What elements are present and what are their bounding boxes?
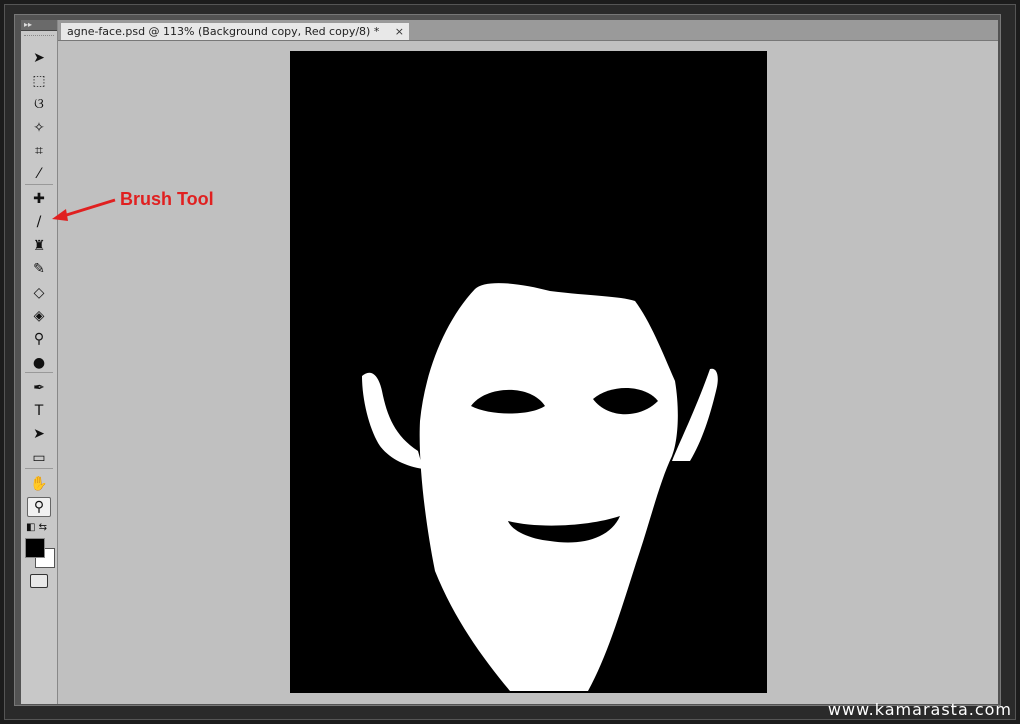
move-tool[interactable]: ➤ bbox=[27, 48, 51, 68]
annotation-arrow bbox=[52, 198, 116, 221]
panel-grip[interactable] bbox=[24, 31, 54, 36]
hand-tool[interactable]: ✋ bbox=[27, 474, 51, 494]
shape-tool[interactable]: ▭ bbox=[27, 448, 51, 468]
brush-tool[interactable]: / bbox=[27, 212, 51, 232]
clone-stamp-tool[interactable]: ♜ bbox=[27, 236, 51, 256]
history-brush-tool[interactable]: ✎ bbox=[27, 259, 51, 279]
image-canvas[interactable] bbox=[290, 51, 767, 693]
type-tool[interactable]: T bbox=[27, 401, 51, 421]
watermark: www.kamarasta.com bbox=[827, 700, 1012, 719]
dodge-tool[interactable]: ⚲ bbox=[27, 329, 51, 349]
panel-collapse-button[interactable]: ▸▸ bbox=[21, 20, 57, 31]
zoom-tool[interactable]: ⚲ bbox=[27, 497, 51, 517]
magic-wand-tool[interactable]: ✧ bbox=[27, 118, 51, 138]
foreground-color-swatch[interactable] bbox=[25, 538, 45, 558]
path-selection-tool[interactable]: ➤ bbox=[27, 424, 51, 444]
document-tab[interactable]: agne-face.psd @ 113% (Background copy, R… bbox=[60, 22, 410, 40]
eraser-tool[interactable]: ◇ bbox=[27, 283, 51, 303]
healing-brush-tool[interactable]: ✚ bbox=[27, 189, 51, 209]
tool-separator bbox=[25, 184, 53, 185]
face-mask-image bbox=[290, 51, 767, 693]
quick-mask-icon[interactable] bbox=[30, 574, 48, 588]
close-icon[interactable]: × bbox=[395, 23, 404, 41]
canvas-area[interactable] bbox=[58, 41, 998, 704]
marquee-tool[interactable]: ⬚ bbox=[27, 71, 51, 91]
tool-separator bbox=[25, 468, 53, 469]
paint-bucket-tool[interactable]: ◈ bbox=[27, 306, 51, 326]
pen-tool[interactable]: ✒ bbox=[27, 378, 51, 398]
lasso-tool[interactable]: ଓ bbox=[27, 94, 51, 114]
burn-tool[interactable]: ● bbox=[27, 353, 51, 373]
annotation-label: Brush Tool bbox=[120, 189, 214, 209]
document-tab-bar: agne-face.psd @ 113% (Background copy, R… bbox=[58, 20, 998, 41]
crop-tool[interactable]: ⌗ bbox=[27, 141, 51, 161]
tool-separator bbox=[25, 372, 53, 373]
document-tab-title: agne-face.psd @ 113% (Background copy, R… bbox=[67, 25, 380, 38]
default-colors-icon[interactable]: ◧ ⇆ bbox=[26, 522, 47, 533]
eyedropper-tool[interactable]: ⁄ bbox=[27, 164, 51, 184]
